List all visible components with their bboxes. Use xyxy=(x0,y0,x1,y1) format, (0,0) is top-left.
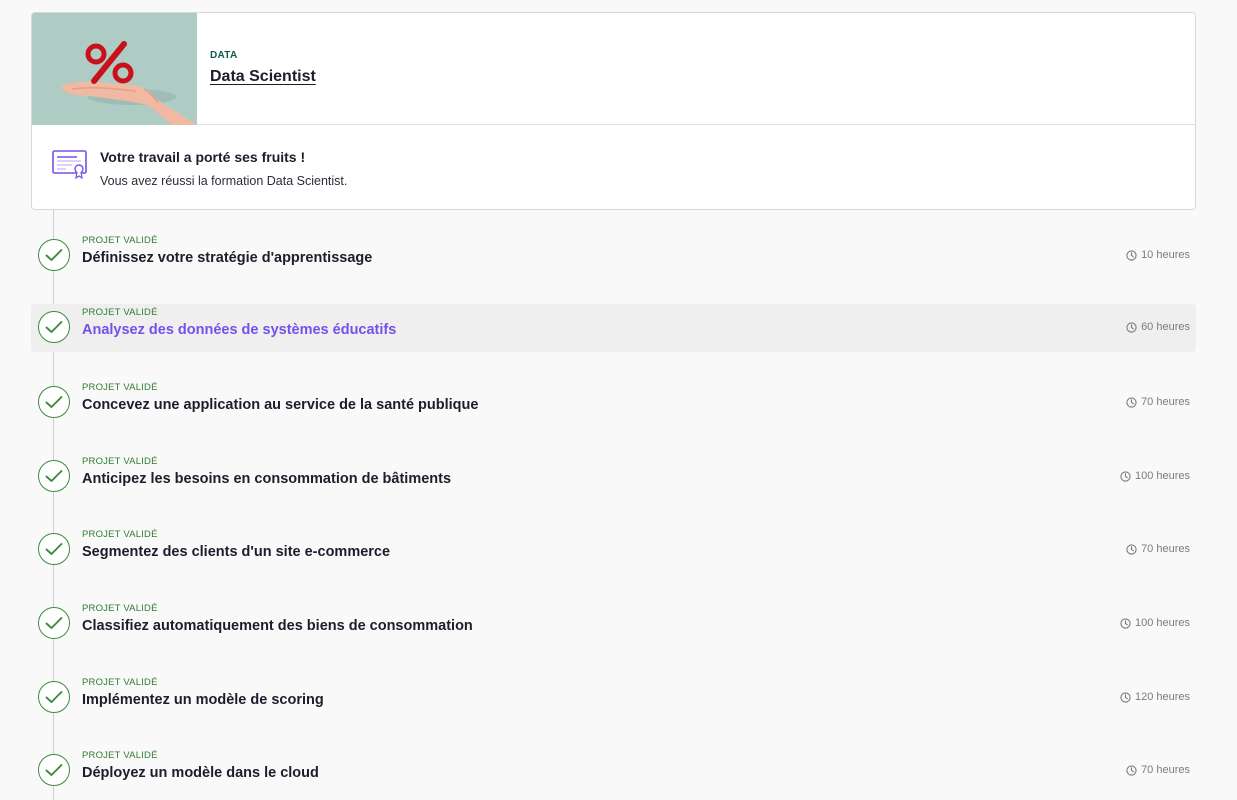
percent-on-hand-icon xyxy=(32,13,197,125)
project-item[interactable]: PROJET VALIDÉ Déployez un modèle dans le … xyxy=(31,747,1196,795)
project-status: PROJET VALIDÉ xyxy=(82,603,158,614)
project-status: PROJET VALIDÉ xyxy=(82,382,158,393)
project-item[interactable]: PROJET VALIDÉ Analysez des données de sys… xyxy=(31,304,1196,352)
clock-icon xyxy=(1126,764,1137,776)
clock-icon xyxy=(1126,249,1137,261)
project-item[interactable]: PROJET VALIDÉ Segmentez des clients d'un … xyxy=(31,526,1196,574)
project-title[interactable]: Segmentez des clients d'un site e-commer… xyxy=(82,544,390,560)
course-header: DATA Data Scientist xyxy=(32,13,1195,125)
duration-label: 10 heures xyxy=(1141,249,1190,261)
clock-icon xyxy=(1126,543,1137,555)
project-status: PROJET VALIDÉ xyxy=(82,307,158,318)
project-title[interactable]: Analysez des données de systèmes éducati… xyxy=(82,322,396,338)
certificate-icon xyxy=(52,150,87,179)
clock-icon xyxy=(1126,396,1137,408)
duration-label: 100 heures xyxy=(1134,617,1190,629)
course-meta: DATA Data Scientist xyxy=(210,50,316,86)
project-item[interactable]: PROJET VALIDÉ Anticipez les besoins en co… xyxy=(31,453,1196,501)
success-text: Votre travail a porté ses fruits ! Vous … xyxy=(100,149,347,188)
clock-icon xyxy=(1120,617,1131,629)
course-category: DATA xyxy=(210,50,238,61)
project-status: PROJET VALIDÉ xyxy=(82,529,158,540)
check-circle-icon xyxy=(38,681,70,713)
project-duration: 70 heures xyxy=(1126,764,1190,776)
success-message: Votre travail a porté ses fruits ! Vous … xyxy=(52,149,1175,199)
project-title[interactable]: Anticipez les besoins en consommation de… xyxy=(82,471,451,487)
page: DATA Data Scientist Votre travail a port… xyxy=(0,0,1237,800)
course-thumbnail[interactable] xyxy=(32,13,197,125)
success-title: Votre travail a porté ses fruits ! xyxy=(100,149,306,165)
check-circle-icon xyxy=(38,386,70,418)
duration-label: 70 heures xyxy=(1141,396,1190,408)
duration-label: 100 heures xyxy=(1134,470,1190,482)
check-circle-icon xyxy=(38,754,70,786)
project-item[interactable]: PROJET VALIDÉ Classifiez automatiquement … xyxy=(31,600,1196,648)
project-duration: 70 heures xyxy=(1126,396,1190,408)
project-title[interactable]: Classifiez automatiquement des biens de … xyxy=(82,618,473,634)
course-card: DATA Data Scientist Votre travail a port… xyxy=(31,12,1196,210)
project-title[interactable]: Concevez une application au service de l… xyxy=(82,397,478,413)
course-title-link[interactable]: Data Scientist xyxy=(210,68,316,86)
project-duration: 100 heures xyxy=(1120,470,1190,482)
project-status: PROJET VALIDÉ xyxy=(82,456,158,467)
clock-icon xyxy=(1120,470,1131,482)
check-circle-icon xyxy=(38,607,70,639)
check-circle-icon xyxy=(38,239,70,271)
project-duration: 60 heures xyxy=(1126,321,1190,333)
project-status: PROJET VALIDÉ xyxy=(82,750,158,761)
duration-label: 70 heures xyxy=(1141,543,1190,555)
check-circle-icon xyxy=(38,460,70,492)
duration-label: 60 heures xyxy=(1141,321,1190,333)
project-status: PROJET VALIDÉ xyxy=(82,235,158,246)
project-item[interactable]: PROJET VALIDÉ Implémentez un modèle de sc… xyxy=(31,674,1196,722)
project-title[interactable]: Déployez un modèle dans le cloud xyxy=(82,765,319,781)
check-circle-icon xyxy=(38,533,70,565)
project-status: PROJET VALIDÉ xyxy=(82,677,158,688)
project-title[interactable]: Implémentez un modèle de scoring xyxy=(82,692,324,708)
clock-icon xyxy=(1126,321,1137,333)
project-item[interactable]: PROJET VALIDÉ Définissez votre stratégie … xyxy=(31,232,1196,280)
project-duration: 120 heures xyxy=(1120,691,1190,703)
project-duration: 10 heures xyxy=(1126,249,1190,261)
project-duration: 100 heures xyxy=(1120,617,1190,629)
duration-label: 70 heures xyxy=(1141,764,1190,776)
check-circle-icon xyxy=(38,311,70,343)
project-title[interactable]: Définissez votre stratégie d'apprentissa… xyxy=(82,250,372,266)
duration-label: 120 heures xyxy=(1134,691,1190,703)
project-duration: 70 heures xyxy=(1126,543,1190,555)
success-subtitle: Vous avez réussi la formation Data Scien… xyxy=(100,174,348,188)
project-item[interactable]: PROJET VALIDÉ Concevez une application au… xyxy=(31,379,1196,427)
clock-icon xyxy=(1120,691,1131,703)
